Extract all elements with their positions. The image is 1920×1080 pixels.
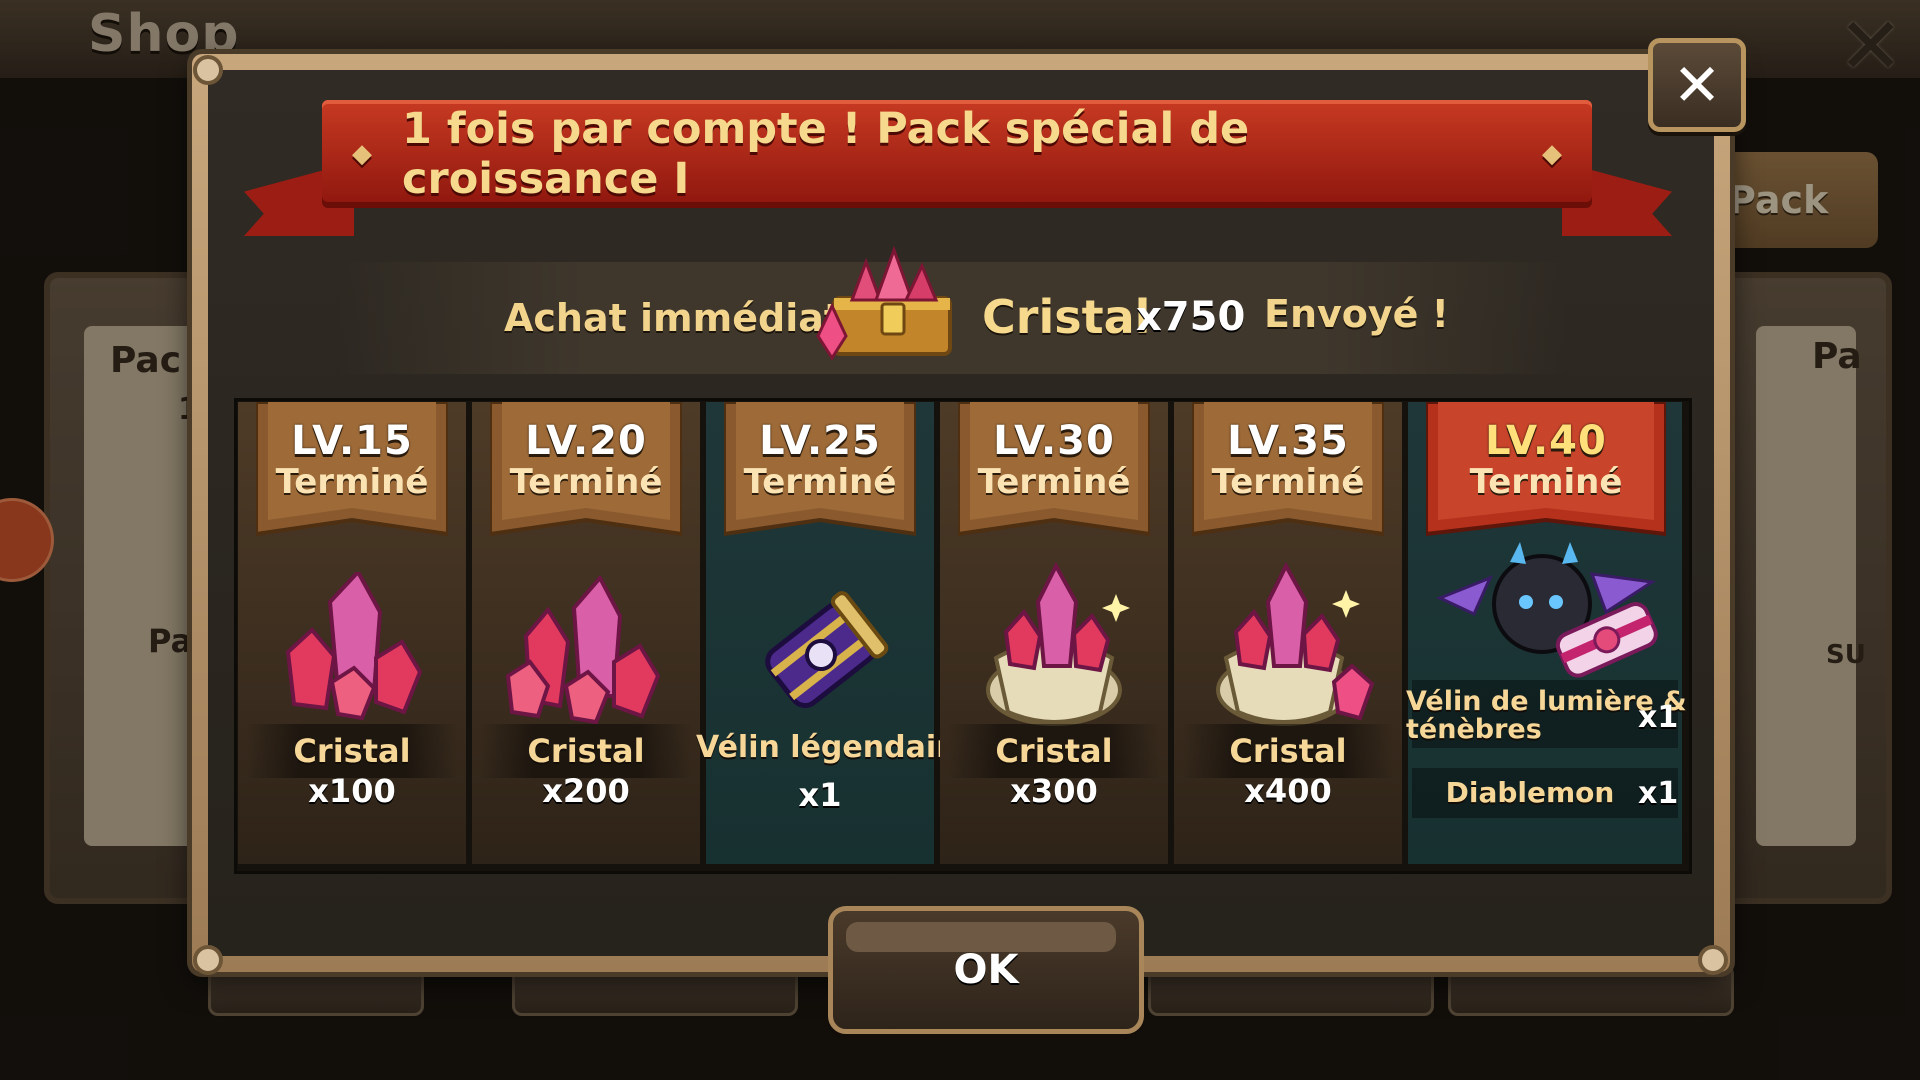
reward-count: x1 (1638, 700, 1679, 735)
immediate-item-count: x750 (1136, 294, 1246, 340)
reward-count: x300 (1010, 772, 1098, 810)
level-status: Terminé (1211, 462, 1365, 502)
reward-name-line2: ténèbres (1406, 714, 1542, 745)
reward-name: Cristal (293, 732, 411, 770)
dialog-close-button[interactable]: ✕ (1648, 38, 1746, 132)
diamond-icon: ◆ (352, 139, 372, 169)
level-label: LV.20 (525, 418, 647, 464)
level-label: LV.15 (291, 418, 413, 464)
immediate-status: Envoyé ! (1264, 292, 1449, 336)
level-status: Terminé (509, 462, 663, 502)
reward-extra-name: Diablemon (1445, 776, 1615, 809)
crystal-sack-icon (986, 562, 1130, 726)
immediate-purchase-label: Achat immédiat (504, 296, 843, 340)
corner-ornament-icon (193, 55, 223, 85)
corner-ornament-icon (193, 945, 223, 975)
level-status: Terminé (1469, 462, 1623, 502)
level-status: Terminé (743, 462, 897, 502)
title-ribbon-text: ◆ 1 fois par compte ! Pack spécial de cr… (322, 100, 1592, 208)
crystal-sack-icon (1216, 562, 1375, 726)
dialog-title: 1 fois par compte ! Pack spécial de croi… (402, 104, 1250, 204)
level-status: Terminé (977, 462, 1131, 502)
reward-name: Vélin légendaire (696, 730, 972, 765)
level-label: LV.35 (1227, 418, 1349, 464)
reward-count: x200 (542, 772, 630, 810)
corner-ornament-icon (1698, 945, 1728, 975)
ok-button-label: OK (953, 947, 1019, 993)
level-label: LV.40 (1485, 418, 1607, 464)
reward-count: x1 (798, 776, 842, 814)
legendary-scroll-icon (765, 591, 889, 709)
reward-name: Cristal (527, 732, 645, 770)
reward-count: x100 (308, 772, 396, 810)
reward-name: Cristal (995, 732, 1113, 770)
light-dark-scroll-icon (1436, 542, 1658, 678)
immediate-item-name: Cristal (982, 290, 1151, 344)
crystal-cluster-icon (505, 576, 661, 725)
ok-button-highlight (846, 922, 1116, 952)
level-status: Terminé (275, 462, 429, 502)
diamond-icon: ◆ (1542, 139, 1562, 169)
reward-name-line1: Vélin de lumière & (1406, 686, 1687, 717)
treasure-chest-icon (816, 245, 952, 361)
crystal-cluster-icon (285, 572, 423, 721)
level-label: LV.30 (993, 418, 1115, 464)
reward-extra-count: x1 (1638, 776, 1679, 811)
level-label: LV.25 (759, 418, 881, 464)
reward-name: Cristal (1229, 732, 1347, 770)
close-icon: ✕ (1672, 51, 1722, 119)
reward-count: x400 (1244, 772, 1332, 810)
